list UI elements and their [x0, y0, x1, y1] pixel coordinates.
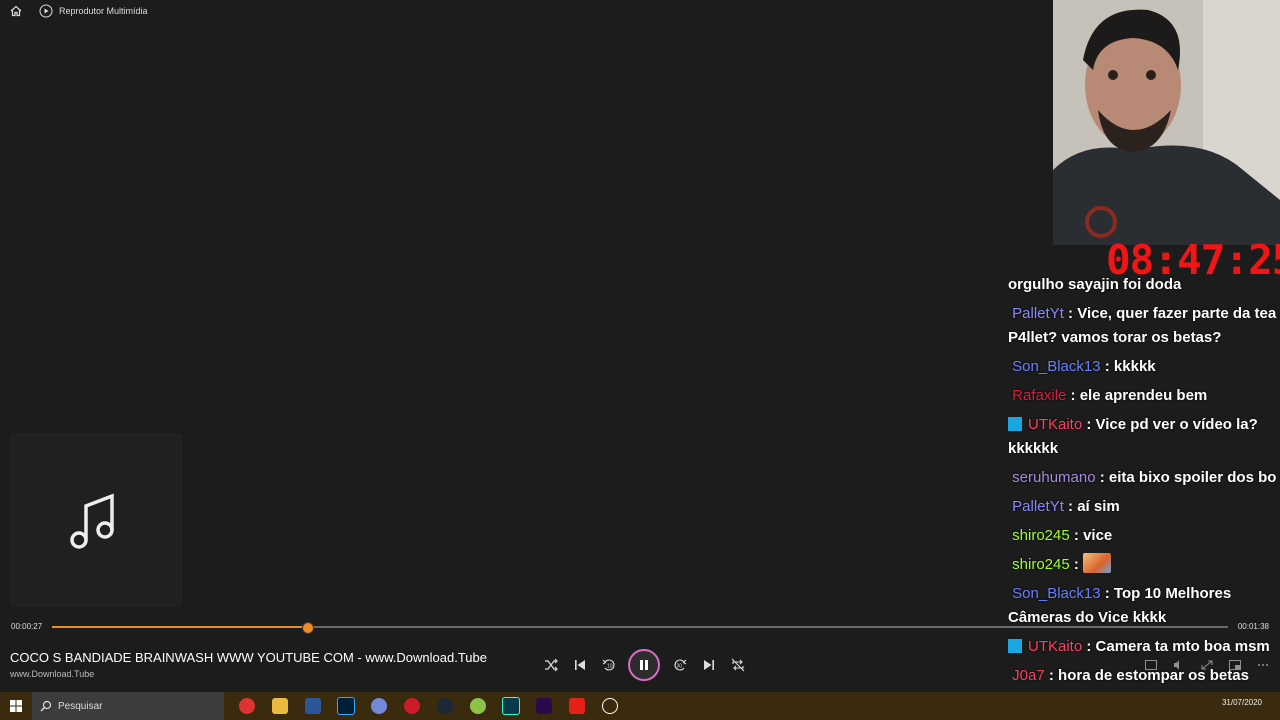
subscriber-badge-icon: [1008, 416, 1022, 431]
chat-username: Son_Black13: [1012, 357, 1101, 375]
taskbar-app-youtube[interactable]: [560, 692, 593, 720]
taskbar-app-photoshop[interactable]: [329, 692, 362, 720]
webcam-overlay: [1053, 0, 1280, 245]
taskbar-app-opera[interactable]: [395, 692, 428, 720]
shuffle-button[interactable]: [540, 654, 562, 676]
subscriber-badge-icon: [1008, 638, 1022, 653]
forward-30-icon: 30: [673, 659, 686, 671]
folder-icon: [271, 698, 288, 714]
emote-icon: [1083, 552, 1112, 573]
chat-text: orgulho sayajin foi doda: [1008, 275, 1182, 293]
repeat-button[interactable]: [727, 654, 749, 676]
next-icon: [703, 660, 714, 670]
svg-text:30: 30: [676, 664, 682, 670]
shuffle-icon: [544, 658, 558, 672]
taskbar-app-media-player[interactable]: [593, 692, 626, 720]
chat-message: PalletYt : Vice, quer fazer parte da tea…: [1008, 304, 1277, 346]
chat-username: PalletYt: [1012, 497, 1064, 515]
youtube-icon: [568, 698, 585, 714]
chat-message: UTKaito : Camera ta mto boa msm: [1008, 632, 1280, 661]
search-placeholder: Pesquisar: [58, 700, 103, 712]
chat-username: shiro245: [1012, 526, 1070, 544]
seek-handle[interactable]: [302, 622, 315, 634]
chrome-icon: [238, 698, 255, 714]
opera-icon: [403, 698, 420, 714]
taskbar-search[interactable]: Pesquisar: [32, 692, 224, 720]
chat-username: seruhumano: [1012, 468, 1096, 486]
start-button[interactable]: [0, 692, 32, 720]
chat-text: ele aprendeu bem: [1079, 386, 1208, 404]
chat-username: Son_Black13: [1012, 584, 1101, 602]
chat-message: seruhumano : eita bixo spoiler dos bo: [1012, 468, 1277, 486]
chat-message: orgulho sayajin foi doda: [1008, 270, 1280, 299]
taskbar-app-chrome[interactable]: [230, 692, 263, 720]
chat-username: shiro245: [1012, 555, 1070, 573]
windows-icon: [10, 700, 22, 712]
word-icon: [304, 698, 321, 714]
streamer-webcam-image: [1053, 0, 1280, 245]
chat-username: J0a7: [1012, 666, 1045, 684]
chat-overlay: orgulho sayajin foi doda PalletYt : Vice…: [1008, 270, 1280, 719]
chat-username: UTKaito: [1028, 637, 1083, 655]
track-title: COCO S BANDIADE BRAINWASH WWW YOUTUBE CO…: [10, 650, 487, 665]
chat-text: eita bixo spoiler dos bo: [1108, 468, 1277, 486]
forward-button[interactable]: 30: [669, 654, 691, 676]
chat-message: J0a7 : hora de estompar os betas: [1012, 666, 1249, 684]
taskbar: Pesquisar 31/07/2020: [0, 692, 1280, 720]
search-icon: [40, 700, 52, 712]
chat-message: shiro245 : vice: [1012, 526, 1113, 544]
rewind-button[interactable]: 10: [598, 654, 620, 676]
chat-message: shiro245 :: [1008, 550, 1280, 579]
taskbar-app-steam[interactable]: [428, 692, 461, 720]
chat-text: kkkkk: [1113, 357, 1156, 375]
play-pause-button[interactable]: [628, 649, 660, 681]
track-artist: www.Download.Tube: [10, 669, 95, 679]
taskbar-date: 31/07/2020: [1221, 698, 1262, 707]
chat-text: aí sim: [1077, 497, 1120, 515]
taskbar-app-premiere[interactable]: [527, 692, 560, 720]
media-player-icon: [601, 698, 618, 714]
chat-message: Rafaxile : ele aprendeu bem: [1012, 386, 1208, 404]
taskbar-app-discord[interactable]: [362, 692, 395, 720]
steam-icon: [436, 698, 453, 714]
chat-username: Rafaxile: [1012, 386, 1067, 404]
chat-message: UTKaito : Vice pd ver o vídeo la? kkkkkk: [1008, 415, 1258, 457]
home-icon[interactable]: [8, 3, 24, 19]
android-icon: [469, 698, 486, 714]
next-button[interactable]: [698, 654, 720, 676]
vegas-icon: [501, 697, 520, 715]
chat-message: Son_Black13 : Top 10 Melhores Câmeras do…: [1008, 584, 1232, 626]
taskbar-apps: [230, 692, 626, 720]
chat-text: vice: [1083, 526, 1113, 544]
taskbar-app-explorer[interactable]: [263, 692, 296, 720]
taskbar-app-android[interactable]: [461, 692, 494, 720]
taskbar-app-vegas[interactable]: [494, 692, 527, 720]
media-player-icon: [39, 4, 53, 18]
chat-text: Camera ta mto boa msm: [1095, 637, 1270, 655]
transport-controls: 10 30: [536, 649, 752, 681]
svg-text:10: 10: [607, 664, 613, 670]
album-art: [11, 434, 182, 606]
music-note-icon: [69, 493, 114, 549]
discord-icon: [370, 698, 387, 714]
chat-message: PalletYt : aí sim: [1012, 497, 1120, 515]
chat-text: hora de estompar os betas: [1058, 666, 1249, 684]
seek-progress: [52, 626, 309, 628]
premiere-icon: [535, 698, 552, 714]
chat-message: Son_Black13 : kkkkk: [1012, 357, 1156, 375]
photoshop-icon: [336, 697, 355, 715]
current-time: 00:00:27: [11, 622, 43, 631]
taskbar-app-word[interactable]: [296, 692, 329, 720]
chat-username: PalletYt: [1012, 304, 1064, 322]
repeat-off-icon: [731, 658, 744, 672]
app-title: Reprodutor Multimídia: [59, 6, 148, 16]
rewind-10-icon: 10: [602, 659, 615, 671]
previous-button[interactable]: [569, 654, 591, 676]
pause-icon: [640, 660, 648, 670]
chat-username: UTKaito: [1028, 415, 1083, 433]
previous-icon: [574, 660, 585, 670]
title-bar: Reprodutor Multimídia: [0, 0, 1050, 22]
